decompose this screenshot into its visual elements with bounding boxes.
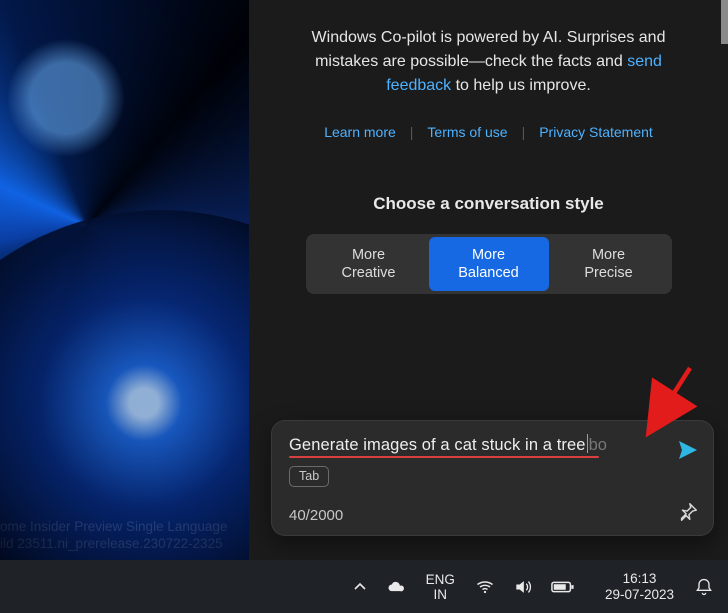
prompt-input-box[interactable]: Generate images of a cat stuck in a tree… [271,420,714,536]
clock-tray[interactable]: 16:13 29-07-2023 [597,567,682,607]
style-balanced-button[interactable]: More Balanced [429,237,549,291]
spellcheck-underline [289,456,599,458]
language-indicator[interactable]: ENG IN [418,567,463,607]
tray-overflow-button[interactable] [346,567,374,607]
char-counter: 40/2000 [289,507,343,524]
wifi-tray-icon[interactable] [469,567,501,607]
taskbar: ENG IN 16:13 29-07-2023 [0,560,728,613]
build-watermark: ome Insider Preview Single Language ild … [0,518,245,552]
tab-hint-chip: Tab [289,466,329,487]
panel-scrollbar[interactable] [721,0,728,430]
style-label: More [352,246,385,264]
style-label: More [592,246,625,264]
style-label: Balanced [458,264,518,282]
speaker-icon [513,577,533,597]
notifications-button[interactable] [688,567,720,607]
watermark-line-1: ome Insider Preview Single Language [0,518,245,535]
conversation-style-group: More Creative More Balanced More Precise [306,234,672,294]
pin-icon [677,501,699,523]
style-heading: Choose a conversation style [249,194,728,214]
scrollbar-thumb[interactable] [721,0,728,44]
copilot-panel: Windows Co-pilot is powered by AI. Surpr… [249,0,728,560]
privacy-link[interactable]: Privacy Statement [525,124,667,140]
style-creative-button[interactable]: More Creative [309,237,429,291]
ghost-suggestion-tail: bo [589,436,607,454]
bell-icon [694,577,714,597]
chevron-up-icon [352,579,368,595]
lang-top: ENG [426,572,455,587]
style-label: More [472,246,505,264]
style-label: Precise [584,264,632,282]
clock-time: 16:13 [623,571,657,587]
battery-icon [551,577,575,597]
prompt-input-line[interactable]: Generate images of a cat stuck in a tree… [289,434,662,458]
cloud-icon [386,577,406,597]
battery-tray-icon[interactable] [545,567,581,607]
volume-tray-icon[interactable] [507,567,539,607]
prompt-input-value: Generate images of a cat stuck in a tree [289,436,586,454]
desktop-wallpaper: ome Insider Preview Single Language ild … [0,0,249,560]
terms-link[interactable]: Terms of use [413,124,521,140]
disclaimer-text: Windows Co-pilot is powered by AI. Surpr… [281,26,696,98]
pin-button[interactable] [674,498,702,526]
lang-bottom: IN [434,587,448,602]
footer-links: Learn more | Terms of use | Privacy Stat… [249,124,728,140]
onedrive-tray-icon[interactable] [380,567,412,607]
style-label: Creative [342,264,396,282]
send-button[interactable] [674,436,702,464]
clock-date: 29-07-2023 [605,587,674,603]
learn-more-link[interactable]: Learn more [310,124,410,140]
prompt-input-text[interactable]: Generate images of a cat stuck in a tree [289,434,588,455]
style-precise-button[interactable]: More Precise [549,237,669,291]
wifi-icon [475,577,495,597]
watermark-line-2: ild 23511.ni_prerelease.230722-2325 [0,535,245,552]
send-icon [676,438,700,462]
disclaimer-pre: Windows Co-pilot is powered by AI. Surpr… [312,29,666,70]
disclaimer-post: to help us improve. [451,77,591,94]
text-caret [587,434,588,453]
